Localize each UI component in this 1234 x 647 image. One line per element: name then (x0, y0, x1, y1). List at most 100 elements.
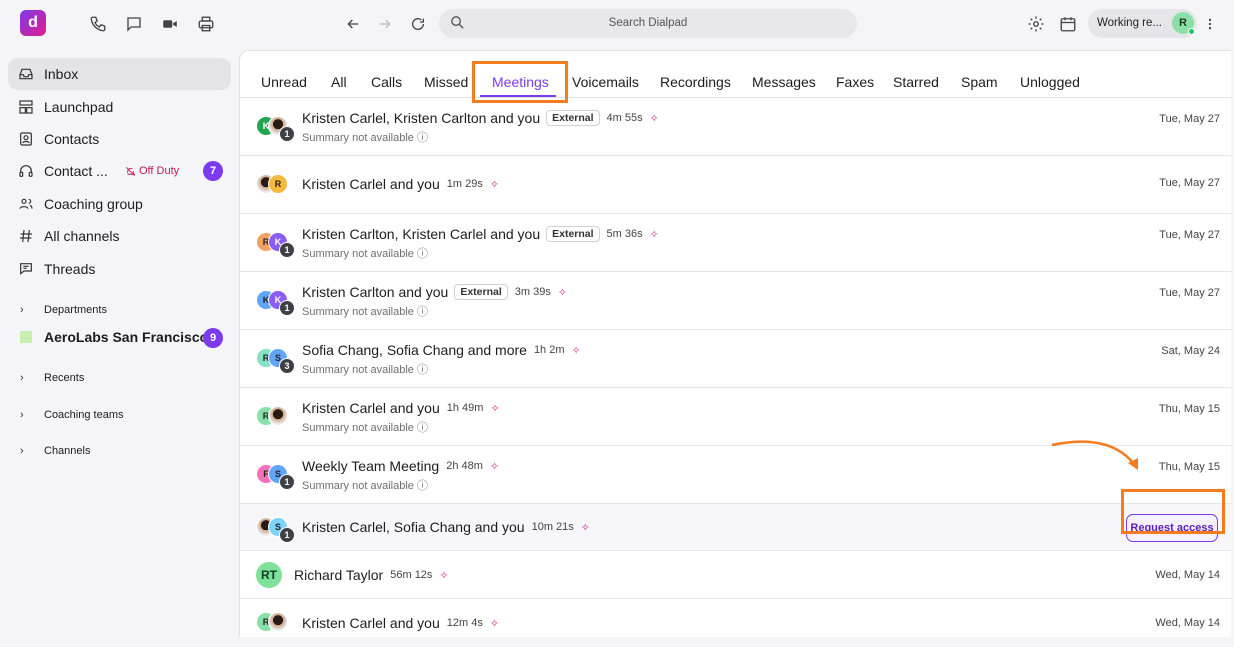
duration: 12m 4s (446, 617, 483, 629)
participant-count: 1 (279, 300, 295, 316)
filter-tabs: Unread All Calls Missed Meetings Voicema… (240, 51, 1232, 98)
contacts-icon (12, 131, 40, 147)
tab-starred[interactable]: Starred (893, 74, 939, 90)
row-title-text: Kristen Carlel, Sofia Chang and you (302, 519, 525, 535)
dialpad-logo[interactable]: d (20, 10, 46, 36)
section-departments[interactable]: › Departments (20, 304, 107, 316)
ai-sparkle-icon: ✧ (580, 521, 590, 534)
highlight-box-meetings-tab (472, 61, 568, 103)
list-item[interactable]: K 1 Kristen Carlel, Kristen Carlton and … (240, 98, 1232, 156)
list-item[interactable]: S 1 Kristen Carlel, Sofia Chang and you … (240, 504, 1232, 551)
tab-unlogged[interactable]: Unlogged (1020, 74, 1080, 90)
ai-sparkle-icon: ✧ (571, 344, 581, 357)
chat-icon[interactable] (122, 12, 146, 36)
row-title: Kristen Carlel, Kristen Carlton and you … (302, 110, 659, 126)
tab-calls[interactable]: Calls (371, 74, 402, 90)
row-title: Sofia Chang, Sofia Chang and more 1h 2m … (302, 342, 581, 358)
row-date: Sat, May 24 (1161, 345, 1220, 357)
off-duty-status[interactable]: Off Duty (125, 165, 179, 177)
department-badge: 9 (203, 328, 223, 348)
tab-faxes[interactable]: Faxes (836, 74, 874, 90)
settings-icon[interactable] (1024, 12, 1048, 36)
duration: 10m 21s (531, 521, 574, 533)
duration: 56m 12s (390, 569, 433, 581)
row-title: Kristen Carlel, Sofia Chang and you 10m … (302, 519, 590, 535)
avatar-initial: R (274, 179, 282, 189)
summary-text: Summary not available (302, 422, 414, 434)
annotation-arrow (1051, 440, 1138, 470)
top-bar: d Search Dialpad Working re... R (0, 0, 1234, 50)
info-icon: ⓘ (416, 132, 428, 144)
sidebar-item-contacts[interactable]: Contacts (8, 123, 231, 155)
refresh-icon[interactable] (406, 12, 430, 36)
chevron-right-icon: › (20, 445, 24, 457)
headset-icon (12, 163, 40, 179)
row-title-text: Kristen Carlel and you (302, 176, 440, 192)
sidebar-item-coaching-group[interactable]: Coaching group (8, 188, 231, 220)
sidebar-item-launchpad[interactable]: Launchpad (8, 91, 231, 123)
section-channels[interactable]: › Channels (20, 445, 90, 457)
sidebar-item-label: Inbox (44, 66, 79, 82)
sidebar-item-label: All channels (44, 228, 120, 244)
avatar: RT (256, 562, 282, 588)
row-date: Wed, May 14 (1155, 569, 1220, 581)
phone-icon[interactable] (86, 12, 110, 36)
summary-text: Summary not available (302, 132, 414, 144)
participant-count: 1 (279, 527, 295, 543)
duration: 5m 36s (606, 228, 643, 240)
row-subtitle: Summary not available ⓘ (302, 477, 428, 493)
sidebar-item-all-channels[interactable]: All channels (8, 220, 231, 252)
tab-all[interactable]: All (331, 74, 347, 90)
user-avatar[interactable]: R (1172, 12, 1195, 35)
back-icon[interactable] (341, 12, 365, 36)
tab-missed[interactable]: Missed (424, 74, 468, 90)
print-icon[interactable] (194, 12, 218, 36)
row-title-text: Kristen Carlel, Kristen Carlton and you (302, 110, 541, 126)
list-item[interactable]: R Kristen Carlel and you 1m 29s ✧ Tue, M… (240, 156, 1232, 214)
launchpad-icon (12, 99, 40, 115)
info-icon: ⓘ (416, 364, 428, 376)
row-date: Wed, May 14 (1155, 617, 1220, 629)
ai-sparkle-icon: ✧ (489, 460, 500, 473)
ai-sparkle-icon: ✧ (649, 112, 659, 125)
list-item[interactable]: RT Richard Taylor 56m 12s ✧ Wed, May 14 (240, 551, 1232, 599)
status-label: Working re... (1097, 17, 1162, 29)
list-item[interactable]: K K 1 Kristen Carlton and you External 3… (240, 272, 1232, 330)
more-icon[interactable] (1198, 12, 1222, 36)
search-input[interactable]: Search Dialpad (439, 9, 857, 38)
row-date: Tue, May 27 (1159, 287, 1220, 299)
bell-off-icon (126, 166, 136, 176)
calendar-icon[interactable] (1056, 12, 1080, 36)
summary-text: Summary not available (302, 306, 414, 318)
row-title: Kristen Carlel and you 1h 49m ✧ (302, 400, 500, 416)
tab-messages[interactable]: Messages (752, 74, 816, 90)
external-badge: External (454, 284, 508, 300)
section-label: Recents (44, 372, 85, 384)
sidebar-item-contact-center[interactable]: Contact ... Off Duty 7 (8, 155, 231, 187)
tab-unread[interactable]: Unread (261, 74, 307, 90)
forward-icon[interactable] (373, 12, 397, 36)
sidebar-item-inbox[interactable]: Inbox (8, 58, 231, 90)
sidebar-item-threads[interactable]: Threads (8, 253, 231, 285)
row-date: Thu, May 15 (1158, 403, 1220, 415)
info-icon: ⓘ (416, 480, 428, 492)
section-coaching-teams[interactable]: › Coaching teams (20, 409, 124, 421)
list-item[interactable]: R Kristen Carlel and you 12m 4s ✧ Wed, M… (240, 599, 1232, 647)
section-recents[interactable]: › Recents (20, 372, 84, 384)
sidebar-item-label: Contact ... (44, 163, 108, 179)
row-title: Kristen Carlton and you External 3m 39s … (302, 284, 567, 300)
participant-count: 1 (279, 242, 295, 258)
list-item[interactable]: R S 3 Sofia Chang, Sofia Chang and more … (240, 330, 1232, 388)
external-badge: External (546, 226, 600, 242)
tab-voicemails[interactable]: Voicemails (572, 74, 639, 90)
duration: 1h 2m (533, 344, 565, 356)
chevron-right-icon: › (20, 409, 24, 421)
department-item[interactable]: AeroLabs San Francisco... (20, 329, 220, 345)
tab-spam[interactable]: Spam (961, 74, 998, 90)
row-subtitle: Summary not available ⓘ (302, 303, 428, 319)
list-item[interactable]: R K 1 Kristen Carlton, Kristen Carlel an… (240, 214, 1232, 272)
sidebar-item-label: Coaching group (44, 196, 143, 212)
video-icon[interactable] (158, 12, 182, 36)
info-icon: ⓘ (416, 306, 428, 318)
tab-recordings[interactable]: Recordings (660, 74, 731, 90)
